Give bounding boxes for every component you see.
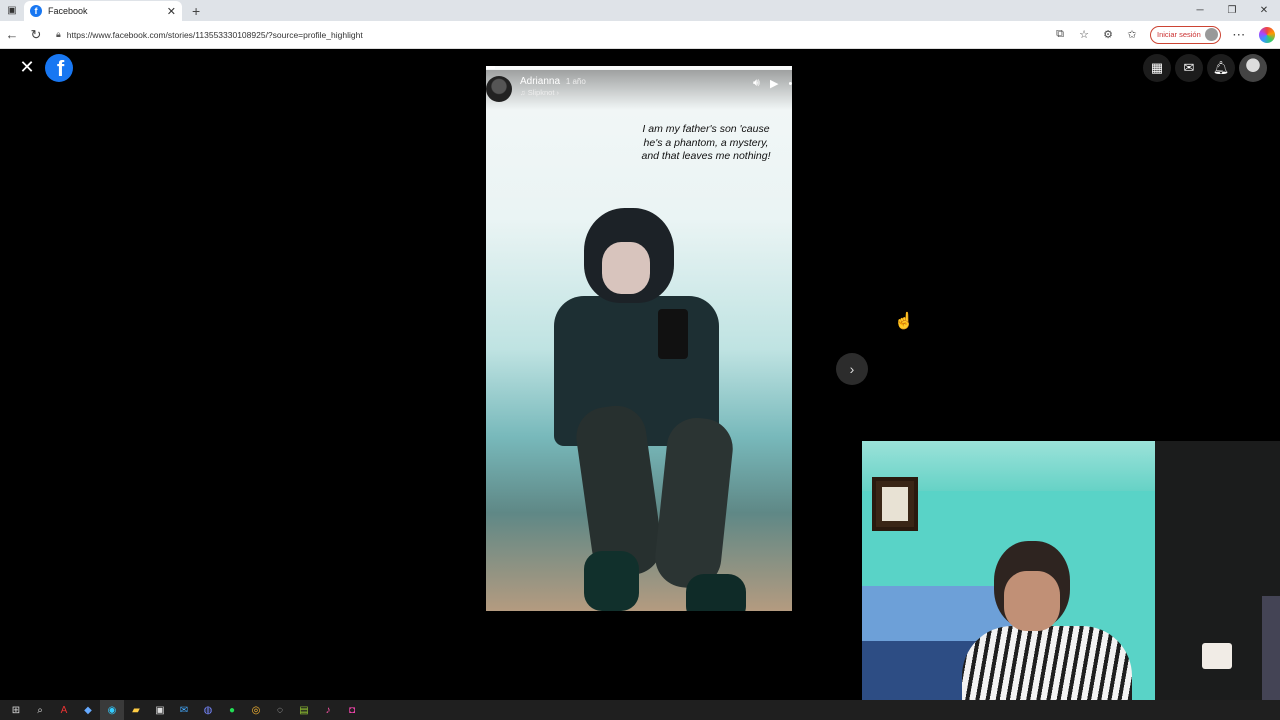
music-track[interactable]: ♫ Slipknot › [520, 88, 586, 97]
photo-boot-shape [584, 551, 639, 611]
story-time: 1 año [565, 77, 586, 86]
search-icon[interactable]: ⌕ [28, 700, 52, 720]
grid-menu-icon[interactable]: ▦ [1143, 54, 1171, 82]
story-photo [486, 196, 792, 611]
window-controls: ─ ❐ ✕ [1184, 0, 1280, 21]
sign-in-button[interactable]: Iniciar sesión [1150, 25, 1221, 44]
app-available-icon[interactable]: ⧉ [1048, 21, 1072, 49]
new-tab-button[interactable]: + [192, 3, 200, 19]
store-icon[interactable]: ▣ [148, 700, 172, 720]
window-close-icon[interactable]: ✕ [1248, 0, 1280, 21]
edge-icon[interactable]: ◉ [100, 700, 124, 720]
header-actions: ▦ ✉ 🔔︎ [1139, 54, 1267, 82]
author-avatar[interactable] [486, 76, 512, 102]
photo-face-shape [602, 242, 650, 294]
facebook-logo-icon[interactable]: f [45, 54, 73, 82]
story-progress-fill [486, 66, 496, 69]
tab-title: Facebook [48, 6, 88, 16]
chrome-icon[interactable]: ◎ [244, 700, 268, 720]
outlook-icon[interactable]: ✉ [172, 700, 196, 720]
file-explorer-icon[interactable]: ▰ [124, 700, 148, 720]
more-options-icon[interactable]: ⋯ [1227, 21, 1251, 49]
account-avatar[interactable] [1239, 54, 1267, 82]
address-toolbar: ← ↻ 🔒︎ https://www.facebook.com/stories/… [0, 21, 1280, 49]
photo-phone-shape [658, 309, 688, 359]
hand-cursor-icon: ☝ [894, 313, 914, 330]
instagram-icon[interactable]: ◘ [340, 700, 364, 720]
browser-tab[interactable]: f Facebook ✕ [24, 1, 182, 21]
copilot-icon[interactable] [1258, 26, 1275, 43]
profile-avatar-icon [1204, 28, 1218, 41]
restore-icon[interactable]: ❐ [1216, 0, 1248, 21]
facebook-favicon-icon: f [30, 5, 42, 17]
address-field[interactable]: 🔒︎ https://www.facebook.com/stories/1135… [52, 25, 1042, 45]
url-text: https://www.facebook.com/stories/1135533… [66, 29, 363, 40]
volume-icon[interactable]: 🔊︎ [753, 77, 760, 90]
adobe-icon[interactable]: A [52, 700, 76, 720]
tab-actions-icon[interactable]: ▣ [0, 0, 24, 21]
windows-start-icon[interactable]: ⊞ [4, 700, 28, 720]
messenger-icon[interactable]: ✉ [1175, 54, 1203, 82]
cam-picture-frame [872, 477, 918, 531]
android-icon[interactable]: ▤ [292, 700, 316, 720]
address-bar-actions: ⧉ ☆ ⚙ ✩ [1048, 21, 1144, 49]
webcam-overlay [862, 441, 1280, 720]
story-header: Adrianna 1 año ♫ Slipknot › [486, 70, 792, 110]
story-progress-bar [486, 66, 792, 69]
spotify-icon[interactable]: ● [220, 700, 244, 720]
github-icon[interactable]: ◌ [268, 700, 292, 720]
close-icon[interactable]: ✕ [17, 57, 37, 77]
more-icon[interactable]: ••• [788, 78, 792, 90]
play-icon[interactable]: ▶ [770, 77, 778, 90]
taskbar: ⊞ ⌕ A ◆ ◉ ▰ ▣ ✉ ◍ ● ◎ ◌ ▤ ♪ ◘ [0, 700, 1280, 720]
lock-icon[interactable]: 🔒︎ [56, 29, 61, 40]
extensions-icon[interactable]: ⚙ [1096, 21, 1120, 49]
copilot-taskbar-icon[interactable]: ◆ [76, 700, 100, 720]
story-controls: 🔊︎ ▶ ••• [743, 77, 792, 90]
author-name[interactable]: Adrianna [520, 76, 560, 87]
story-caption: I am my father's son 'cause he's a phant… [641, 123, 771, 162]
story-card[interactable]: Adrianna 1 año ♫ Slipknot › 🔊︎ ▶ ••• I a… [486, 66, 792, 611]
minimize-icon[interactable]: ─ [1184, 0, 1216, 21]
browser-tab-strip: ▣ f Facebook ✕ + ─ ❐ ✕ [0, 0, 1280, 21]
reload-icon[interactable]: ↻ [24, 21, 48, 49]
favorite-star-icon[interactable]: ☆ [1072, 21, 1096, 49]
cam-person-face [1004, 571, 1060, 631]
sign-in-label: Iniciar sesión [1157, 30, 1201, 39]
song-title: Slipknot [527, 88, 555, 97]
photo-boot-shape [686, 574, 746, 611]
favorites-icon[interactable]: ✩ [1120, 21, 1144, 49]
author-line: Adrianna 1 año [520, 76, 586, 87]
tab-close-icon[interactable]: ✕ [167, 5, 176, 18]
cam-mug [1202, 643, 1232, 669]
bell-icon[interactable]: 🔔︎ [1207, 54, 1235, 82]
story-meta: Adrianna 1 año ♫ Slipknot › [520, 76, 586, 97]
tiktok-icon[interactable]: ♪ [316, 700, 340, 720]
chevron-right-icon[interactable]: › [836, 353, 868, 385]
discord-icon[interactable]: ◍ [196, 700, 220, 720]
back-arrow-icon[interactable]: ← [0, 21, 24, 49]
